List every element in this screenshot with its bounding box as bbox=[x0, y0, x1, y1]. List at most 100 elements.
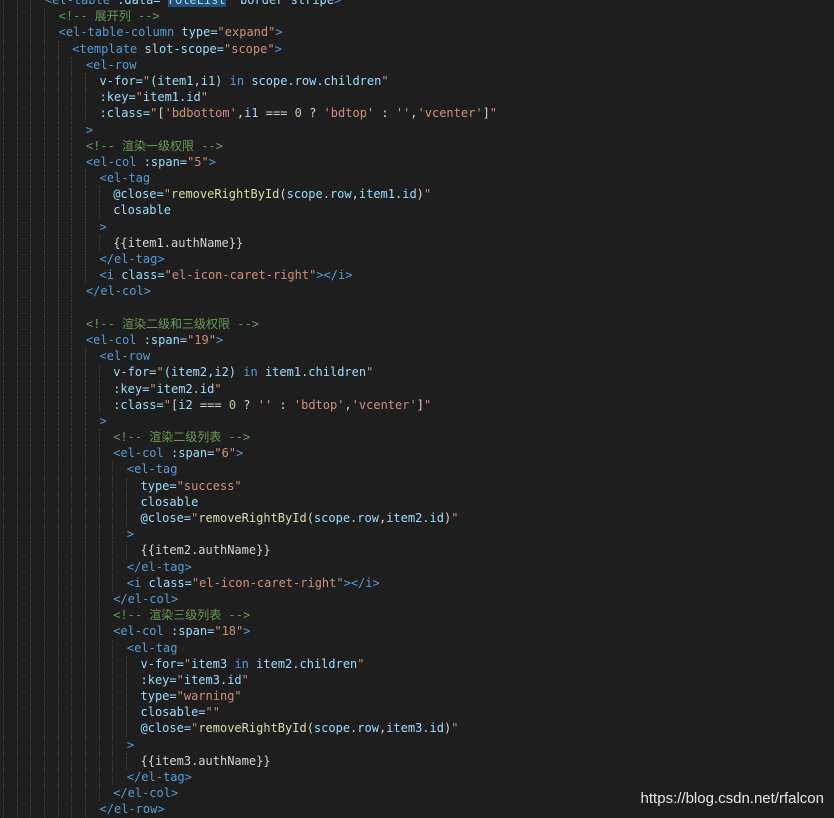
indent-guide bbox=[16, 315, 18, 332]
indent-guide bbox=[84, 558, 86, 575]
code-line[interactable]: > bbox=[0, 412, 834, 430]
indent-guide bbox=[30, 153, 32, 171]
indent-guide bbox=[112, 736, 114, 753]
code-line[interactable] bbox=[0, 299, 834, 316]
code-line[interactable]: </el-tag> bbox=[0, 769, 834, 786]
indent-guide bbox=[30, 251, 32, 268]
code-line[interactable]: v-for="(item1,i1) in scope.row.children" bbox=[0, 72, 834, 90]
code-line[interactable]: <el-tag bbox=[0, 170, 834, 187]
indent-guide bbox=[57, 364, 59, 381]
code-line[interactable]: <el-col :span="6"> bbox=[0, 445, 834, 462]
code-line[interactable]: closable="" bbox=[0, 704, 834, 721]
indent-guide bbox=[43, 429, 45, 446]
code-line[interactable]: {{item1.authName}} bbox=[0, 234, 834, 251]
code-line[interactable]: :key="item2.id" bbox=[0, 380, 834, 397]
code-token: " bbox=[149, 381, 157, 396]
indent-guide bbox=[71, 412, 73, 430]
code-line[interactable]: <!-- 渲染一级权限 --> bbox=[0, 137, 834, 154]
code-line[interactable]: > bbox=[0, 526, 834, 543]
code-line[interactable]: type="success" bbox=[0, 477, 834, 494]
code-line[interactable]: :key="item1.id" bbox=[0, 89, 834, 106]
indent-guide bbox=[3, 364, 4, 381]
code-line[interactable]: > bbox=[0, 736, 834, 753]
code-line[interactable]: <el-col :span="18"> bbox=[0, 623, 834, 640]
code-line[interactable]: type="warning" bbox=[0, 688, 834, 705]
code-text: type="success" bbox=[141, 478, 242, 494]
code-line[interactable]: :key="item3.id" bbox=[0, 671, 834, 689]
code-line[interactable]: <el-tag bbox=[0, 461, 834, 478]
code-lines[interactable]: <el-table :data="roleList" border stripe… bbox=[0, 0, 834, 818]
code-line[interactable]: <!-- 渲染二级和三级权限 --> bbox=[0, 315, 834, 332]
code-line[interactable]: {{item3.authName}} bbox=[0, 752, 834, 769]
indent-guide bbox=[84, 671, 86, 689]
indent-guide bbox=[43, 283, 45, 300]
indent-guide bbox=[71, 186, 73, 203]
code-token: <i bbox=[126, 575, 142, 590]
code-text: <!-- 渲染三级列表 --> bbox=[113, 607, 250, 623]
code-line[interactable]: v-for="(item2,i2) in item1.children" bbox=[0, 364, 834, 381]
code-line[interactable]: @close="removeRightById(scope.row,item2.… bbox=[0, 510, 834, 527]
code-token: :key= bbox=[140, 672, 177, 687]
indent-guide bbox=[30, 137, 32, 154]
code-line[interactable]: <!-- 渲染二级列表 --> bbox=[0, 429, 834, 446]
code-token: <!-- 渲染一级权限 --> bbox=[85, 138, 223, 153]
code-token: > bbox=[236, 446, 244, 461]
code-line[interactable]: <i class="el-icon-caret-right"></i> bbox=[0, 574, 834, 591]
indent-guide bbox=[16, 412, 18, 430]
code-line[interactable]: :class="[i2 === 0 ? '' : 'bdtop','vcente… bbox=[0, 396, 834, 413]
code-line[interactable]: > bbox=[0, 218, 834, 235]
indent-guide bbox=[43, 267, 45, 284]
code-line[interactable]: <el-row bbox=[0, 348, 834, 365]
code-line[interactable]: <el-row bbox=[0, 56, 834, 73]
code-text: {{item3.authName}} bbox=[141, 753, 271, 769]
code-editor[interactable]: <el-table :data="roleList" border stripe… bbox=[0, 0, 834, 818]
code-line[interactable]: <!-- 渲染三级列表 --> bbox=[0, 607, 834, 624]
code-token: :class= bbox=[113, 397, 164, 412]
indent-guide bbox=[43, 607, 45, 624]
indent-guide bbox=[43, 105, 45, 122]
code-token: , bbox=[236, 106, 245, 121]
indent-guide bbox=[43, 785, 45, 802]
code-line[interactable]: {{item2.authName}} bbox=[0, 542, 834, 559]
code-line[interactable]: <el-col :span="19"> bbox=[0, 331, 834, 349]
indent-guide bbox=[43, 24, 45, 41]
code-token: item3.id bbox=[386, 721, 444, 736]
indent-guide bbox=[3, 8, 4, 25]
code-line[interactable]: :class="['bdbottom',i1 === 0 ? 'bdtop' :… bbox=[0, 105, 834, 122]
code-line[interactable]: <i class="el-icon-caret-right"></i> bbox=[0, 267, 834, 284]
indent-guide bbox=[16, 283, 18, 300]
code-line[interactable]: </el-col> bbox=[0, 283, 834, 300]
indent-guide bbox=[71, 396, 73, 413]
indent-guide bbox=[16, 56, 18, 73]
code-line[interactable]: closable bbox=[0, 202, 834, 219]
code-line[interactable]: <el-tag bbox=[0, 639, 834, 656]
code-line[interactable]: v-for="item3 in item2.children" bbox=[0, 655, 834, 672]
indent-guide bbox=[57, 429, 59, 446]
code-line[interactable]: <el-table :data="roleList" border stripe… bbox=[0, 0, 834, 9]
indent-guide bbox=[3, 736, 4, 753]
code-line[interactable]: </el-tag> bbox=[0, 558, 834, 575]
indent-guide bbox=[71, 283, 73, 300]
indent-guide bbox=[98, 623, 100, 640]
code-line[interactable]: closable bbox=[0, 493, 834, 510]
indent-guide bbox=[30, 396, 32, 413]
code-line[interactable]: <el-col :span="5"> bbox=[0, 153, 834, 171]
code-line[interactable]: <!-- 展开列 --> bbox=[0, 8, 834, 25]
indent-guide bbox=[112, 461, 114, 478]
code-line[interactable]: > bbox=[0, 121, 834, 138]
code-line[interactable]: </el-col> bbox=[0, 590, 834, 608]
indent-guide bbox=[98, 590, 100, 608]
indent-guide bbox=[43, 299, 45, 316]
code-line[interactable]: @close="removeRightById(scope.row,item3.… bbox=[0, 720, 834, 737]
code-token: > bbox=[274, 41, 282, 56]
indent-guide bbox=[112, 639, 114, 656]
indent-guide bbox=[43, 170, 45, 187]
code-line[interactable]: @close="removeRightById(scope.row,item1.… bbox=[0, 186, 834, 203]
indent-guide bbox=[3, 0, 4, 9]
indent-guide bbox=[3, 461, 4, 478]
code-line[interactable]: <el-table-column type="expand"> bbox=[0, 24, 834, 41]
code-line[interactable]: <template slot-scope="scope"> bbox=[0, 40, 834, 57]
code-line[interactable]: </el-tag> bbox=[0, 251, 834, 268]
indent-guide bbox=[3, 655, 4, 672]
code-token: @close= bbox=[140, 721, 192, 736]
